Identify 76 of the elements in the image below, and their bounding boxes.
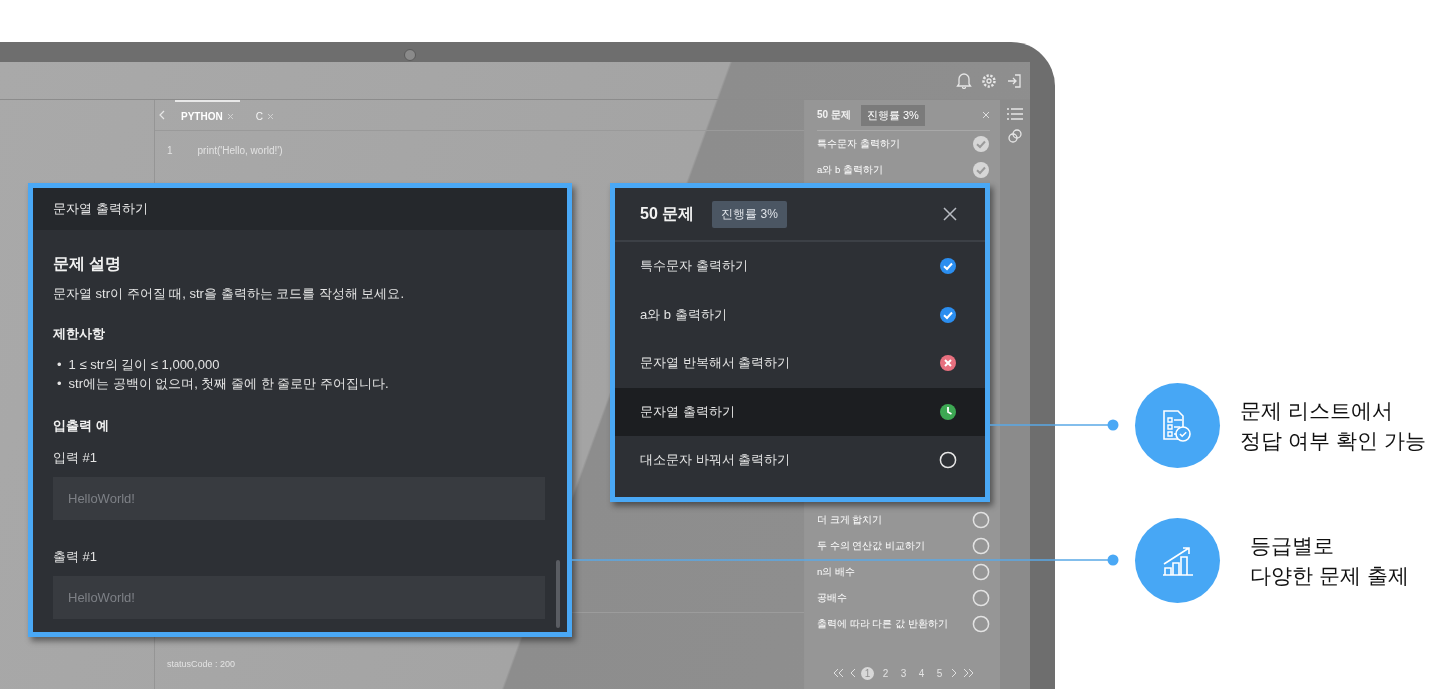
empty-circle-icon: [972, 589, 990, 607]
problem-list-item[interactable]: 출력에 따라 다른 값 반환하기: [817, 611, 990, 637]
card-title: 문자열 출력하기: [33, 188, 567, 230]
constraint-item: 1 ≤ str의 길이 ≤ 1,000,000: [68, 356, 220, 374]
problem-list-item[interactable]: 대소문자 바꿔서 출력하기: [615, 436, 985, 485]
problem-title: a와 b 출력하기: [817, 163, 883, 177]
check-circle-icon: [939, 305, 957, 324]
double-chevron-right-icon[interactable]: [963, 668, 975, 678]
page-number[interactable]: 5: [933, 666, 946, 680]
example-field: HelloWorld!: [53, 576, 545, 619]
problem-description: 문자열 str이 주어질 때, str을 출력하는 코드를 작성해 보세요.: [53, 285, 405, 303]
bullet: •: [57, 375, 62, 393]
section-heading: 제한사항: [53, 325, 106, 343]
problem-list-item[interactable]: 문자열 출력하기: [615, 387, 985, 436]
empty-circle-icon: [972, 563, 990, 581]
example-label: 출력 #1: [53, 548, 99, 566]
problem-list-item[interactable]: 특수문자 출력하기: [817, 131, 990, 157]
cross-circle-icon: [939, 354, 957, 373]
list-title: 50 문제: [817, 108, 851, 122]
problem-title: 공배수: [817, 591, 847, 605]
list-icon[interactable]: [1007, 108, 1023, 120]
link-icon[interactable]: [1007, 128, 1023, 144]
editor-tab[interactable]: PYTHON: [175, 100, 240, 130]
check-circle-icon: [972, 161, 990, 179]
logout-icon[interactable]: [1006, 72, 1022, 89]
chevron-left-icon[interactable]: [159, 110, 165, 120]
editor-tab[interactable]: C: [249, 100, 280, 130]
list-title: 50 문제: [640, 203, 695, 224]
problem-list-item[interactable]: 특수문자 출력하기: [615, 242, 985, 291]
problem-title: 문자열 반복해서 출력하기: [640, 354, 791, 373]
problem-list-item[interactable]: 문자열 반복해서 출력하기: [615, 339, 985, 388]
feature-text: 등급별로 다양한 문제 출제: [1250, 532, 1409, 589]
double-chevron-left-icon[interactable]: [832, 668, 844, 678]
problem-title: 대소문자 바꿔서 출력하기: [640, 451, 791, 470]
page-number[interactable]: 3: [897, 666, 910, 680]
problem-title: n의 배수: [817, 565, 855, 579]
example-field: HelloWorld!: [53, 477, 545, 520]
empty-circle-icon: [939, 451, 957, 470]
problem-list-item[interactable]: 두 수의 연산값 비교하기: [817, 533, 990, 559]
camera-dot: [404, 49, 416, 61]
settings-icon[interactable]: [981, 72, 997, 89]
problem-title: 문자열 출력하기: [640, 402, 735, 421]
problem-title: 특수문자 출력하기: [640, 257, 748, 276]
example-label: 입력 #1: [53, 449, 99, 467]
progress-badge: 진행률 3%: [712, 200, 787, 228]
empty-circle-icon: [972, 615, 990, 633]
chevron-right-icon[interactable]: [951, 668, 958, 678]
empty-circle-icon: [972, 537, 990, 555]
problem-list-item[interactable]: n의 배수: [817, 559, 990, 585]
bullet: •: [57, 356, 62, 374]
page-number[interactable]: 1: [861, 666, 874, 680]
problem-list-item[interactable]: 더 크게 합치기: [817, 507, 990, 533]
bell-icon[interactable]: [956, 72, 972, 89]
feature-text: 문제 리스트에서 정답 여부 확인 가능: [1240, 397, 1426, 454]
problem-title: a와 b 출력하기: [640, 305, 727, 324]
empty-circle-icon: [972, 511, 990, 529]
progress-badge: 진행률 3%: [860, 104, 925, 126]
page-number[interactable]: 4: [915, 666, 928, 680]
check-circle-icon: [972, 135, 990, 153]
problem-list-item[interactable]: a와 b 출력하기: [817, 157, 990, 183]
page-number[interactable]: 2: [879, 666, 892, 680]
problem-title: 더 크게 합치기: [817, 513, 883, 527]
check-circle-icon: [939, 257, 957, 276]
code-line: print('Hello, world!'): [197, 145, 283, 156]
clock-circle-icon: [939, 402, 957, 421]
section-heading: 입출력 예: [53, 417, 110, 435]
problem-title: 특수문자 출력하기: [817, 137, 900, 151]
problem-title: 출력에 따라 다른 값 반환하기: [817, 617, 948, 631]
section-heading: 문제 설명: [53, 254, 123, 274]
chevron-left-icon[interactable]: [849, 668, 856, 678]
problem-list-item[interactable]: 공배수: [817, 585, 990, 611]
problem-list-item[interactable]: a와 b 출력하기: [615, 290, 985, 339]
constraint-item: str에는 공백이 없으며, 첫째 줄에 한 줄로만 주어집니다.: [68, 375, 389, 393]
scrollbar[interactable]: [556, 560, 560, 628]
problem-title: 두 수의 연산값 비교하기: [817, 539, 925, 553]
close-icon[interactable]: [943, 207, 957, 221]
